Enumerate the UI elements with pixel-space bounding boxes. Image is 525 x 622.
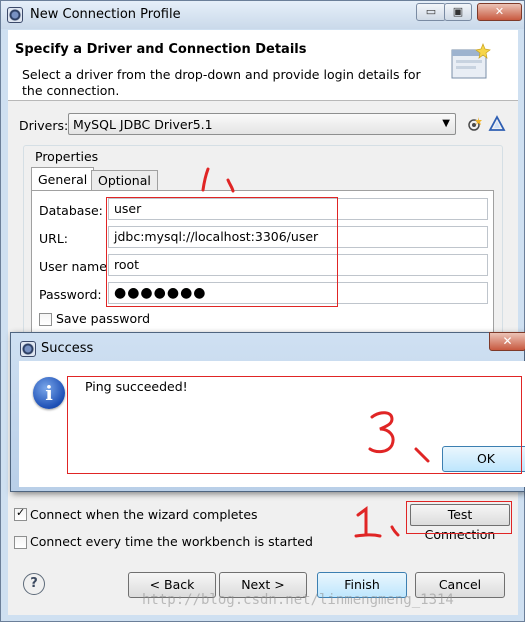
properties-label: Properties <box>33 149 101 164</box>
edit-driver-definition-icon[interactable] <box>488 115 506 133</box>
new-driver-definition-icon[interactable] <box>466 115 484 133</box>
password-field[interactable]: ●●●●●●● <box>108 282 488 304</box>
username-field[interactable]: root <box>108 254 488 276</box>
wizard-header: Specify a Driver and Connection Details … <box>8 30 518 101</box>
maximize-button[interactable]: ▣ <box>444 3 472 21</box>
driver-selected-value: MySQL JDBC Driver5.1 <box>73 117 213 132</box>
url-label: URL: <box>39 231 69 246</box>
info-icon: i <box>33 377 65 409</box>
eclipse-app-icon <box>7 7 23 23</box>
test-connection-button[interactable]: Test Connection <box>410 504 510 542</box>
dialog-body: i Ping succeeded! OK <box>19 361 525 487</box>
database-label: Database: <box>39 203 103 218</box>
success-dialog: Success ✕ i Ping succeeded! OK <box>10 332 525 492</box>
window-title: New Connection Profile <box>30 7 181 22</box>
header-description: Select a driver from the drop-down and p… <box>22 67 421 98</box>
database-field[interactable]: user <box>108 198 488 220</box>
save-password-label: Save password <box>56 311 151 326</box>
ok-button[interactable]: OK <box>442 446 525 472</box>
dialog-message: Ping succeeded! <box>85 379 188 394</box>
header-title: Specify a Driver and Connection Details <box>15 42 307 57</box>
help-icon[interactable]: ? <box>23 573 45 595</box>
connect-on-finish-label: Connect when the wizard completes <box>30 507 258 522</box>
tab-general[interactable]: General <box>31 167 95 190</box>
chevron-down-icon: ▼ <box>442 118 450 129</box>
watermark-text: http://blog.csdn.net/linmengmeng_1314 <box>142 592 454 608</box>
wizard-banner-icon <box>451 43 491 79</box>
dialog-title: Success <box>41 341 94 356</box>
connect-every-time-label: Connect every time the workbench is star… <box>30 534 313 549</box>
password-label: Password: <box>39 287 102 302</box>
annotation-number-1 <box>354 506 400 538</box>
connect-every-time-checkbox[interactable] <box>14 536 27 549</box>
close-button[interactable]: ✕ <box>477 3 522 21</box>
save-password-checkbox[interactable] <box>39 313 52 326</box>
drivers-label: Drivers: <box>19 118 69 133</box>
dialog-close-button[interactable]: ✕ <box>489 332 525 351</box>
tab-optional[interactable]: Optional <box>91 170 158 190</box>
eclipse-app-icon <box>20 341 36 357</box>
url-field[interactable]: jdbc:mysql://localhost:3306/user <box>108 226 488 248</box>
username-label: User name: <box>39 259 112 274</box>
title-bar: New Connection Profile ▭ ▣ ✕ <box>1 1 524 29</box>
minimize-button[interactable]: ▭ <box>416 3 446 21</box>
connect-on-finish-checkbox[interactable] <box>14 506 27 521</box>
driver-dropdown[interactable]: MySQL JDBC Driver5.1 ▼ <box>68 113 456 135</box>
annotation-number-3 <box>368 411 430 463</box>
annotation-number-1-top <box>201 167 235 193</box>
